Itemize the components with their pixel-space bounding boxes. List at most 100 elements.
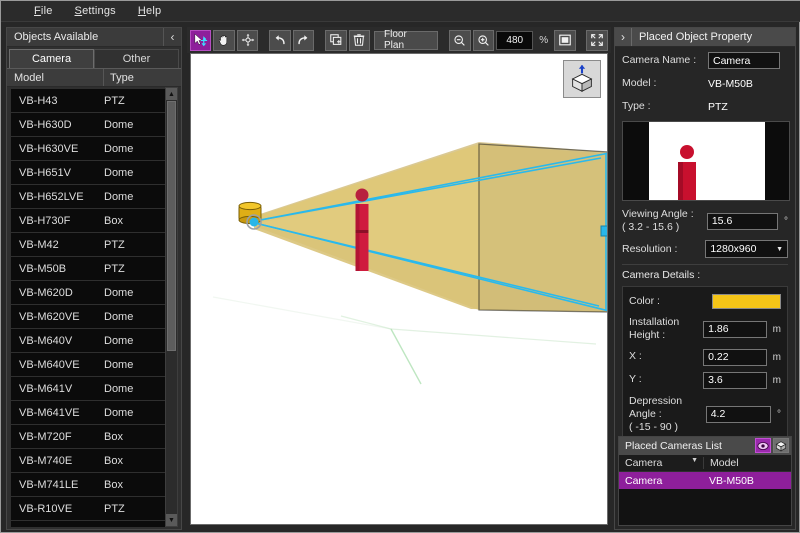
type-label: Type : bbox=[622, 100, 708, 113]
select-move-tool[interactable] bbox=[190, 30, 211, 51]
view-orientation-cube[interactable] bbox=[563, 60, 601, 98]
model-type: PTZ bbox=[104, 503, 167, 515]
model-list-item[interactable]: VB-M620DDome bbox=[11, 281, 167, 304]
model-label: Model : bbox=[622, 77, 708, 90]
resolution-row: Resolution : 1280x960 ▼ bbox=[622, 240, 788, 258]
model-name: VB-M641VE bbox=[11, 407, 104, 419]
model-list-item[interactable]: VB-M42PTZ bbox=[11, 233, 167, 256]
3d-viewport[interactable] bbox=[190, 53, 608, 525]
fit-to-window-icon bbox=[558, 33, 572, 47]
trash-icon bbox=[352, 33, 366, 47]
menu-help[interactable]: Help bbox=[127, 2, 172, 20]
collapse-left-panel-icon[interactable]: ‹ bbox=[163, 28, 181, 46]
redo-button[interactable] bbox=[293, 30, 314, 51]
zoom-in-button[interactable] bbox=[473, 30, 494, 51]
installation-height-label: Installation Height : bbox=[629, 316, 703, 342]
orbit-tool[interactable] bbox=[237, 30, 258, 51]
model-value: VB-M50B bbox=[708, 78, 753, 90]
sort-descending-icon[interactable]: ▼ bbox=[691, 457, 698, 469]
model-list-scrollbar[interactable]: ▲ ▼ bbox=[165, 87, 178, 527]
resolution-label: Resolution : bbox=[622, 243, 705, 256]
column-header-model: Model bbox=[7, 69, 103, 86]
viewing-angle-range: ( 3.2 - 15.6 ) bbox=[622, 221, 679, 233]
depression-angle-unit: ° bbox=[771, 409, 781, 420]
copy-add-icon bbox=[329, 33, 343, 47]
model-list-item[interactable]: VB-M640VDome bbox=[11, 329, 167, 352]
cube-3d-icon[interactable] bbox=[773, 438, 789, 453]
x-input[interactable]: 0.22 bbox=[703, 349, 766, 366]
center-area: Floor Plan 480 % bbox=[187, 27, 611, 530]
y-unit: m bbox=[767, 375, 781, 386]
cube-3d-icon bbox=[567, 64, 597, 94]
model-name: VB-M640VE bbox=[11, 359, 104, 371]
scroll-up-icon[interactable]: ▲ bbox=[166, 88, 177, 100]
duplicate-button[interactable] bbox=[325, 30, 346, 51]
cl-column-camera[interactable]: Camera bbox=[625, 457, 662, 469]
installation-height-row: Installation Height : 1.86 m bbox=[629, 316, 781, 342]
model-list-item[interactable]: VB-R10VEPTZ bbox=[11, 497, 167, 520]
redo-icon bbox=[296, 33, 310, 47]
model-list-item[interactable]: VB-R11PTZ bbox=[11, 521, 167, 527]
model-list-item[interactable]: VB-M50BPTZ bbox=[11, 257, 167, 280]
model-list-item[interactable]: VB-H652LVEDome bbox=[11, 185, 167, 208]
preview-person-figure bbox=[623, 122, 790, 201]
tab-other[interactable]: Other bbox=[94, 49, 179, 68]
zoom-out-button[interactable] bbox=[449, 30, 470, 51]
depression-angle-input[interactable]: 4.2 bbox=[706, 406, 771, 423]
y-input[interactable]: 3.6 bbox=[703, 372, 766, 389]
installation-height-input[interactable]: 1.86 bbox=[703, 321, 766, 338]
y-label: Y : bbox=[629, 373, 703, 386]
color-swatch[interactable] bbox=[712, 294, 781, 309]
model-list-item[interactable]: VB-M720FBox bbox=[11, 425, 167, 448]
model-list-item[interactable]: VB-M740EBox bbox=[11, 449, 167, 472]
camera-name-input[interactable]: Camera bbox=[708, 52, 780, 69]
y-row: Y : 3.6 m bbox=[629, 372, 781, 389]
floor-plan-button[interactable]: Floor Plan bbox=[374, 31, 438, 50]
model-list-item[interactable]: VB-H630VEDome bbox=[11, 137, 167, 160]
camera-view-icon[interactable] bbox=[755, 438, 771, 453]
objects-available-title: Objects Available bbox=[14, 31, 98, 43]
hand-icon bbox=[217, 33, 231, 47]
canvas-toolbar: Floor Plan 480 % bbox=[187, 27, 611, 53]
menu-bar: File Settings Help bbox=[1, 1, 800, 22]
model-name: VB-M640V bbox=[11, 335, 104, 347]
model-list-item[interactable]: VB-H630DDome bbox=[11, 113, 167, 136]
undo-icon bbox=[273, 33, 287, 47]
model-list-item[interactable]: VB-M640VEDome bbox=[11, 353, 167, 376]
resolution-select[interactable]: 1280x960 ▼ bbox=[705, 240, 788, 258]
model-type: Box bbox=[104, 431, 167, 443]
pan-tool[interactable] bbox=[213, 30, 234, 51]
model-list-item[interactable]: VB-H730FBox bbox=[11, 209, 167, 232]
model-name: VB-M620VE bbox=[11, 311, 104, 323]
objects-available-header: Objects Available ‹ bbox=[7, 28, 181, 47]
model-list-item[interactable]: VB-M620VEDome bbox=[11, 305, 167, 328]
menu-settings[interactable]: Settings bbox=[64, 2, 127, 20]
zoom-level-input[interactable]: 480 bbox=[496, 31, 533, 50]
placed-camera-model: VB-M50B bbox=[703, 475, 791, 487]
expand-right-panel-icon[interactable]: › bbox=[615, 28, 632, 46]
model-list-item[interactable]: VB-M641VDome bbox=[11, 377, 167, 400]
viewing-angle-input[interactable]: 15.6 bbox=[707, 213, 778, 230]
scrollbar-thumb[interactable] bbox=[167, 101, 176, 351]
model-name: VB-R10VE bbox=[11, 503, 104, 515]
fullscreen-button[interactable] bbox=[586, 30, 607, 51]
model-type: Dome bbox=[104, 119, 167, 131]
placed-camera-row[interactable]: CameraVB-M50B bbox=[619, 472, 791, 489]
model-type: Dome bbox=[104, 359, 167, 371]
delete-button[interactable] bbox=[349, 30, 370, 51]
cl-column-model[interactable]: Model bbox=[703, 457, 791, 469]
model-list-item[interactable]: VB-H43PTZ bbox=[11, 89, 167, 112]
model-list-item[interactable]: VB-M741LEBox bbox=[11, 473, 167, 496]
model-name: VB-H630VE bbox=[11, 143, 104, 155]
model-name: VB-M620D bbox=[11, 287, 104, 299]
scroll-down-icon[interactable]: ▼ bbox=[166, 514, 177, 526]
tab-camera[interactable]: Camera bbox=[9, 49, 94, 68]
model-list-item[interactable]: VB-M641VEDome bbox=[11, 401, 167, 424]
fit-to-window-button[interactable] bbox=[554, 30, 575, 51]
menu-file[interactable]: File bbox=[23, 2, 64, 20]
x-label: X : bbox=[629, 350, 703, 363]
model-type: Dome bbox=[104, 167, 167, 179]
model-list-item[interactable]: VB-H651VDome bbox=[11, 161, 167, 184]
undo-button[interactable] bbox=[269, 30, 290, 51]
model-type: PTZ bbox=[104, 239, 167, 251]
